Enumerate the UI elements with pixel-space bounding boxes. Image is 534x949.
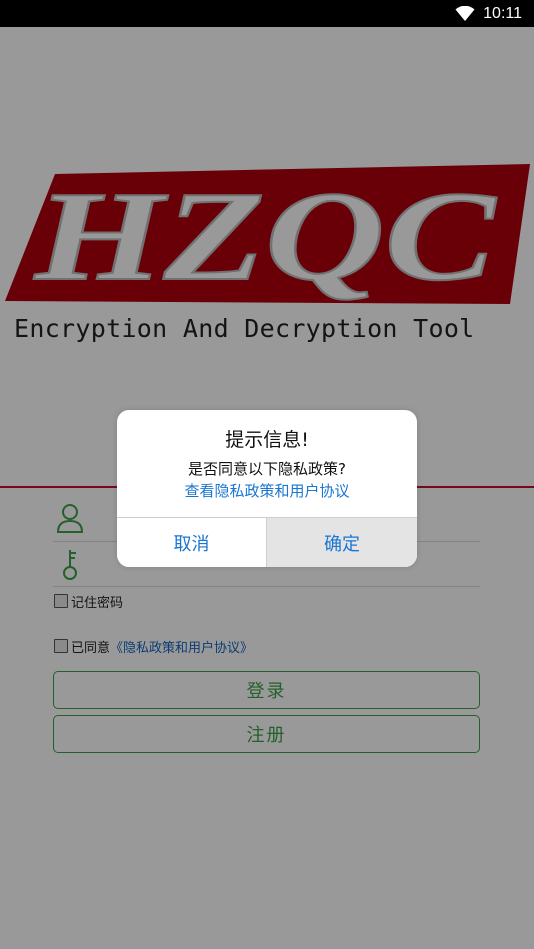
dialog-title: 提示信息! [225,429,309,451]
wifi-icon [455,5,475,22]
confirm-button[interactable]: 确定 [267,518,417,567]
dialog-message: 是否同意以下隐私政策? [188,460,346,478]
status-bar: 10:11 [0,0,534,27]
cancel-button[interactable]: 取消 [117,518,266,567]
status-time: 10:11 [483,4,522,22]
privacy-policy-link[interactable]: 查看隐私政策和用户协议 [117,480,417,501]
privacy-dialog: 提示信息! 是否同意以下隐私政策? 查看隐私政策和用户协议 取消 确定 [117,410,417,567]
